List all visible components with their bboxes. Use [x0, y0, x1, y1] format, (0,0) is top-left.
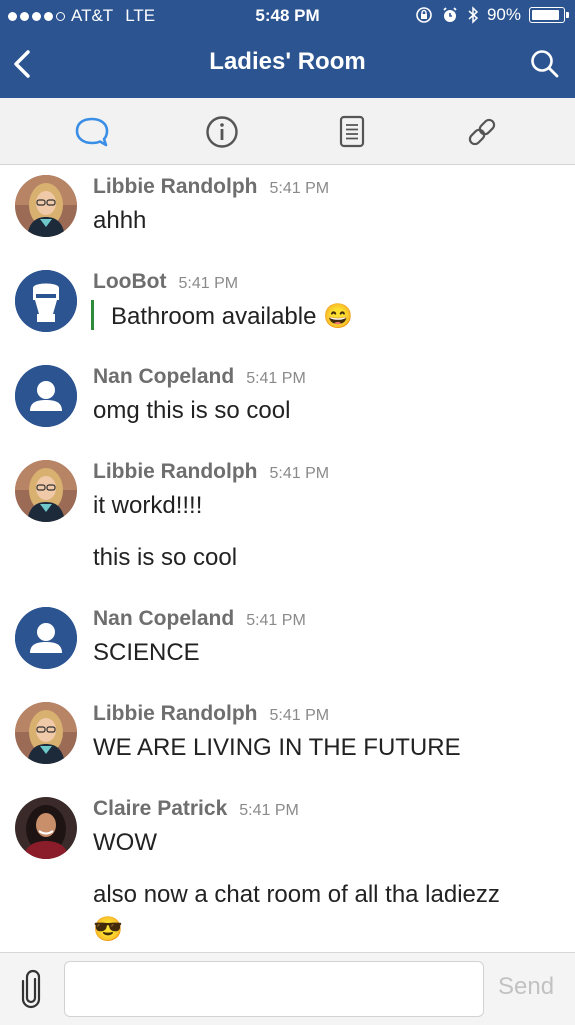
- default-user-icon: [15, 365, 77, 427]
- avatar-libbie-icon: [15, 702, 77, 764]
- message-text: ahhh: [93, 207, 147, 234]
- avatar[interactable]: [15, 460, 77, 522]
- message-author[interactable]: LooBot 5:41 PM: [93, 270, 238, 294]
- message-time: 5:41 PM: [246, 612, 306, 629]
- orientation-lock-icon: [416, 7, 432, 23]
- alarm-icon: [443, 7, 457, 22]
- message-time: 5:41 PM: [269, 707, 330, 724]
- toilet-robot-icon: [15, 270, 77, 332]
- paperclip-icon: [21, 969, 41, 1009]
- send-button[interactable]: Send: [498, 973, 554, 1001]
- chat-bubble-icon: [75, 117, 109, 147]
- message-time: 5:41 PM: [178, 275, 239, 292]
- search-button[interactable]: [529, 48, 561, 80]
- search-icon: [531, 50, 559, 78]
- tab-links[interactable]: [462, 112, 502, 152]
- avatar[interactable]: [15, 175, 77, 237]
- message-list[interactable]: Libbie Randolph 5:41 PM ahhh LooBot 5:41 P…: [0, 165, 575, 952]
- status-right: 90%: [415, 5, 569, 25]
- message-text: omg this is so cool: [93, 397, 291, 424]
- document-icon: [339, 115, 365, 148]
- message-time: 5:41 PM: [239, 802, 299, 819]
- avatar[interactable]: [15, 797, 77, 859]
- message-author[interactable]: Libbie Randolph 5:41 PM: [93, 175, 329, 199]
- status-bar: AT&T LTE 5:48 PM 90%: [0, 0, 575, 32]
- composer-bar: Send: [0, 952, 575, 1025]
- avatar[interactable]: [15, 607, 77, 669]
- avatar[interactable]: [15, 365, 77, 427]
- message-text: also now a chat room of all tha ladiezz: [93, 881, 500, 908]
- link-icon: [468, 118, 496, 146]
- message-text: Bathroom available 😄: [111, 303, 354, 330]
- message-input[interactable]: [64, 961, 484, 1017]
- tab-files[interactable]: [332, 112, 372, 152]
- message-author[interactable]: Claire Patrick 5:41 PM: [93, 797, 299, 821]
- message-time: 5:41 PM: [269, 180, 330, 197]
- tab-bar: [0, 98, 575, 165]
- message-text: SCIENCE: [93, 639, 200, 666]
- bluetooth-icon: [468, 6, 479, 24]
- avatar-libbie-icon: [15, 175, 77, 237]
- page-title: Ladies' Room: [209, 48, 366, 75]
- message-text: 😎: [93, 916, 123, 943]
- tab-chat[interactable]: [72, 112, 112, 152]
- quote-bar: [91, 300, 94, 330]
- battery-icon: [529, 7, 569, 23]
- message-text: this is so cool: [93, 544, 238, 571]
- battery-percent: 90%: [486, 5, 521, 24]
- message-time: 5:41 PM: [269, 465, 330, 482]
- avatar[interactable]: [15, 270, 77, 332]
- avatar-libbie-icon: [15, 460, 77, 522]
- avatar-claire-icon: [15, 797, 77, 859]
- avatar[interactable]: [15, 702, 77, 764]
- message-author[interactable]: Libbie Randolph 5:41 PM: [93, 702, 329, 726]
- tab-info[interactable]: [202, 112, 242, 152]
- message-author[interactable]: Nan Copeland 5:41 PM: [93, 365, 306, 389]
- info-icon: [206, 116, 238, 148]
- message-author[interactable]: Libbie Randolph 5:41 PM: [93, 460, 329, 484]
- message-author[interactable]: Nan Copeland 5:41 PM: [93, 607, 306, 631]
- attach-button[interactable]: [18, 969, 44, 1009]
- header-bar: AT&T LTE 5:48 PM 90% Ladies' Room: [0, 0, 575, 98]
- default-user-icon: [15, 607, 77, 669]
- message-time: 5:41 PM: [246, 370, 306, 387]
- message-text: it workd!!!!: [93, 492, 203, 519]
- message-text: WE ARE LIVING IN THE FUTURE: [93, 734, 461, 761]
- message-text: WOW: [93, 829, 157, 856]
